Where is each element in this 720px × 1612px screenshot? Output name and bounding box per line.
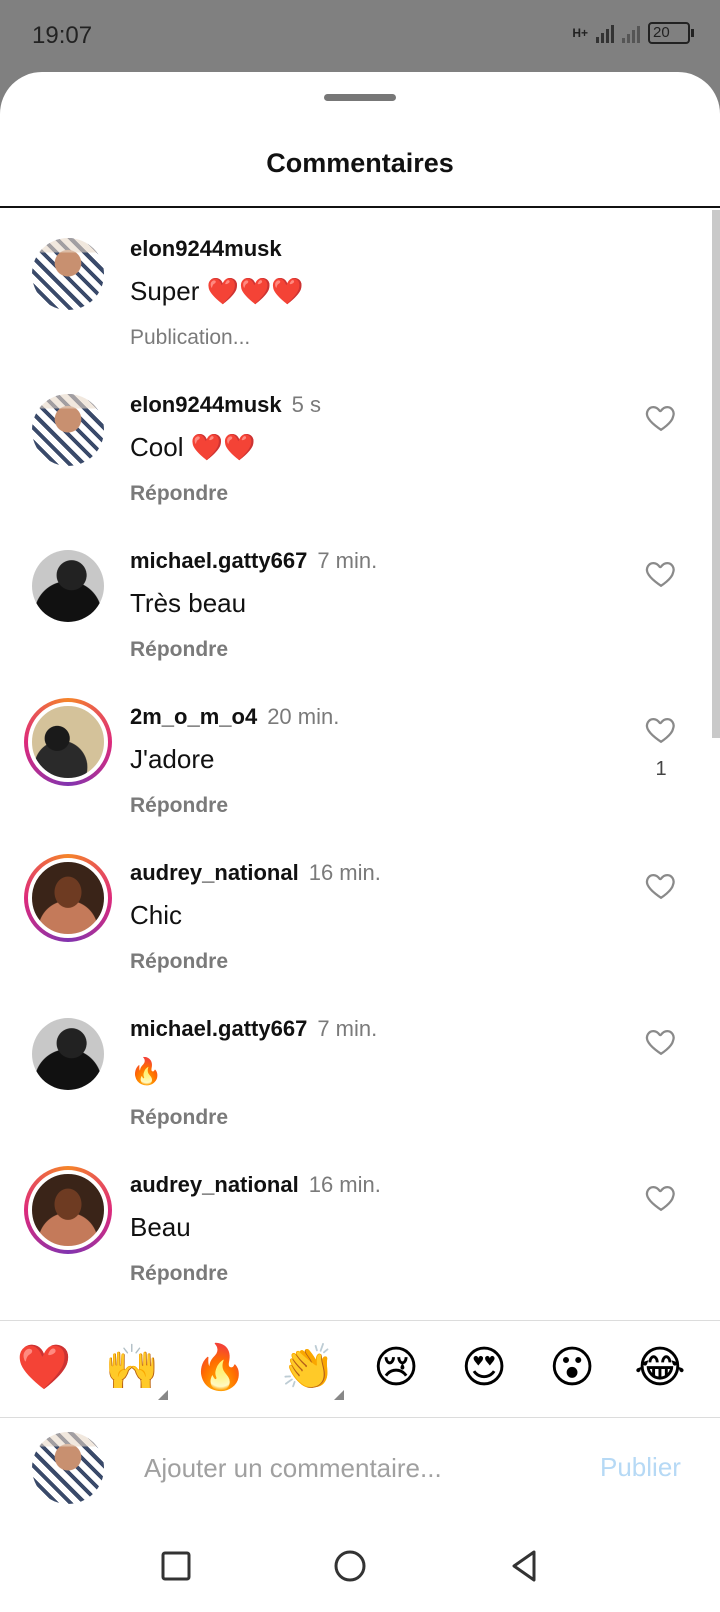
audrey-avatar [28,858,108,938]
comment-text: 🔥 [130,1056,163,1086]
reply-button[interactable]: Répondre [130,950,228,974]
comment-input[interactable] [144,1446,564,1490]
publish-button[interactable]: Publier [600,1452,681,1483]
comment-username[interactable]: audrey_national [130,1172,299,1197]
signal-2-icon [622,23,640,43]
comment-username[interactable]: michael.gatty667 [130,548,307,573]
skin-tone-indicator [334,1390,344,1400]
emoji-heart[interactable]: ❤️ [16,1340,72,1396]
comment-time: 20 min. [267,704,340,729]
status-icons: H+ 20 [572,22,694,44]
reply-button[interactable]: Répondre [130,482,228,506]
comment-header: 2m_o_m_o4 20 min. [130,704,339,730]
like-count: 1 [655,758,667,780]
comment-composer: Publier [0,1418,720,1522]
comment-text: Chic [130,900,183,930]
emoji-clap-glyph: 👏 [280,1342,336,1393]
emoji-laughing[interactable]: 😂 [632,1340,688,1396]
comment-header: elon9244musk 5 s [130,392,321,418]
elon-avatar [32,394,104,466]
heart-icon[interactable] [644,712,678,746]
heart-icon[interactable] [644,1180,678,1214]
comment-text: Cool ❤️❤️ [130,432,256,462]
avatar[interactable] [32,550,104,622]
michael-avatar [32,1018,104,1090]
comment-time: 16 min. [308,1172,381,1197]
elon-avatar [32,1432,104,1504]
system-nav-bar [0,1522,720,1612]
reply-button[interactable]: Répondre [130,1262,228,1286]
reply-button[interactable]: Répondre [130,794,228,818]
comment-text: Très beau [130,588,247,618]
comment-text: Super ❤️❤️❤️ [130,276,304,306]
comment-item: audrey_national 16 min. Chic Répondre [0,842,720,998]
emoji-raised-hands[interactable]: 🙌 [104,1340,168,1400]
heart-icon[interactable] [644,556,678,590]
reply-button[interactable]: Répondre [130,1106,228,1130]
comment-username[interactable]: michael.gatty667 [130,1016,307,1041]
heart-icon[interactable] [644,868,678,902]
audrey-avatar [28,1170,108,1250]
avatar[interactable] [32,238,104,310]
elon-avatar [32,238,104,310]
avatar[interactable] [24,1166,112,1254]
comment-item: michael.gatty667 7 min. Très beau Répondr… [0,530,720,686]
comment-username[interactable]: elon9244musk [130,236,282,261]
comment-item: michael.gatty667 7 min. 🔥 Répondre [0,998,720,1154]
emoji-crying[interactable]: 😢 [368,1340,424,1396]
emoji-heart-eyes[interactable]: 😍 [456,1340,512,1396]
posting-status: Publication... [130,326,251,349]
network-type: H+ [572,25,588,40]
comment-header: audrey_national 16 min. [130,1172,381,1198]
sheet-title: Commentaires [266,148,454,178]
signal-icon [596,23,614,43]
comment-username[interactable]: audrey_national [130,860,299,885]
emoji-surprised[interactable]: 😮 [544,1340,600,1396]
emoji-clap[interactable]: 👏 [280,1340,344,1400]
comment-item: 2m_o_m_o4 20 min. J'adore Répondre 1 [0,686,720,842]
emoji-raised-hands-glyph: 🙌 [104,1342,160,1393]
comment-text: Beau [130,1212,191,1242]
comment-time: 5 s [291,392,321,417]
title-divider [0,206,720,208]
avatar[interactable] [24,698,112,786]
comment-username[interactable]: 2m_o_m_o4 [130,704,257,729]
emoji-fire[interactable]: 🔥 [192,1340,248,1396]
comment-header: audrey_national 16 min. [130,860,381,886]
avatar[interactable] [32,1018,104,1090]
skin-tone-indicator [158,1390,168,1400]
comment-text: J'adore [130,744,215,774]
drag-handle[interactable] [324,94,396,101]
comment-item: elon9244musk 5 s Cool ❤️❤️ Répondre [0,374,720,530]
avatar[interactable] [24,854,112,942]
status-bar: 19:07 H+ 20 [0,0,720,72]
recents-square-icon[interactable] [156,1546,196,1586]
battery-icon: 20 [648,22,694,44]
comment-item: elon9244musk Super ❤️❤️❤️ Publication... [0,218,720,374]
home-circle-icon[interactable] [330,1546,370,1586]
comment-username[interactable]: elon9244musk [130,392,282,417]
comment-time: 16 min. [308,860,381,885]
comment-time: 7 min. [317,1016,378,1041]
battery-level: 20 [653,24,670,41]
reply-button[interactable]: Répondre [130,638,228,662]
comment-item: audrey_national 16 min. Beau Répondre [0,1154,720,1310]
comment-time: 7 min. [317,548,378,573]
network-type-label: H+ [572,25,588,40]
heart-icon[interactable] [644,400,678,434]
heart-icon[interactable] [644,1024,678,1058]
comment-header: elon9244musk [130,236,282,262]
emoji-quick-bar: ❤️ 🙌 🔥 👏 😢 😍 😮 😂 [0,1320,720,1416]
comment-header: michael.gatty667 7 min. [130,548,377,574]
back-triangle-icon[interactable] [504,1546,544,1586]
own-avatar [32,1432,104,1504]
2m-avatar [28,702,108,782]
michael-avatar [32,550,104,622]
comment-header: michael.gatty667 7 min. [130,1016,377,1042]
status-time: 19:07 [32,22,93,49]
avatar[interactable] [32,394,104,466]
